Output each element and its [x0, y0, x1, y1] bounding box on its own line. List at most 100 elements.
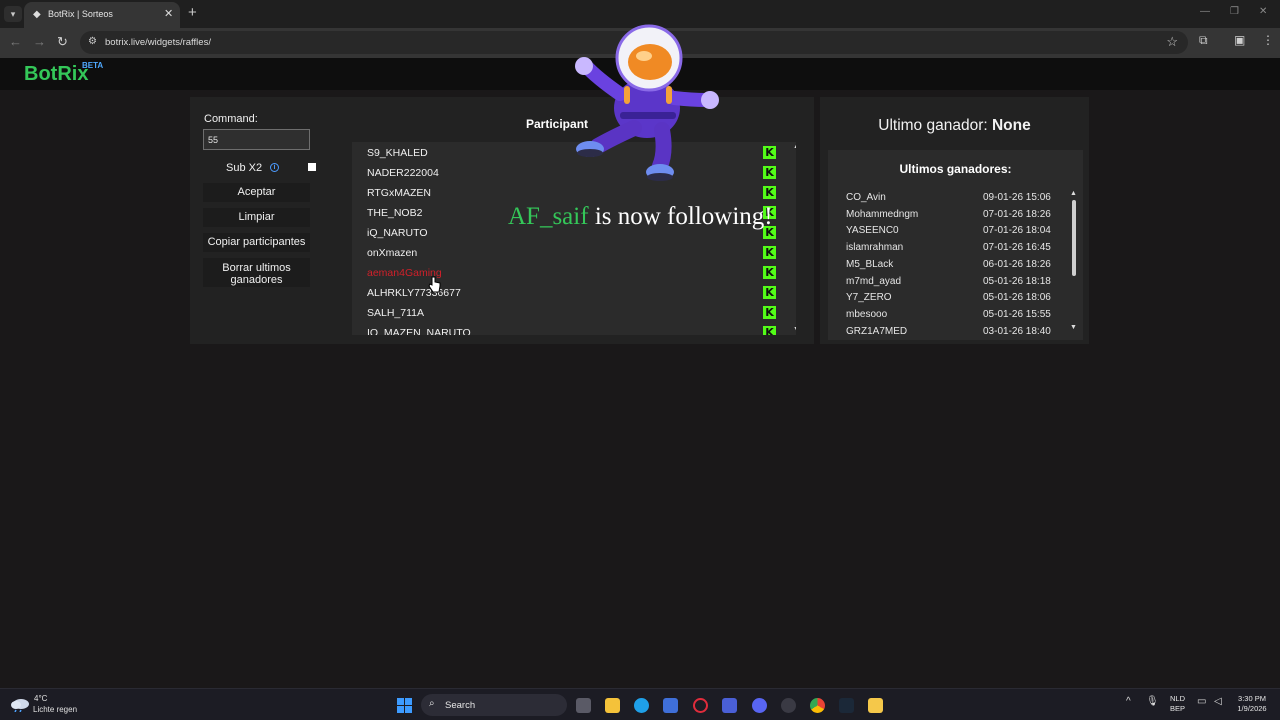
language-code: NLD — [1170, 694, 1186, 703]
winner-date: 09-01-26 15:06 — [983, 192, 1051, 203]
store-icon[interactable] — [663, 698, 678, 713]
sub-x2-checkbox[interactable] — [308, 163, 316, 171]
last-winner: Ultimo ganador: None — [820, 117, 1089, 135]
participant-name: NADER222004 — [367, 167, 439, 179]
microphone-icon[interactable]: 🎙 — [1146, 696, 1159, 707]
command-input[interactable] — [203, 129, 310, 150]
github-icon[interactable] — [781, 698, 796, 713]
beta-badge: BETA — [82, 61, 104, 70]
windows-taskbar: 4°C Lichte regen ⌕ Search ^ 🎙 NLD BEP ▭ … — [0, 688, 1280, 720]
recent-winners-title: Ultimos ganadores: — [899, 162, 1012, 176]
participant-name: iQ_NARUTO — [367, 227, 428, 239]
sub-x2-label: Sub X2 — [226, 162, 263, 174]
participant-name: ALHRKLY77336677 — [367, 287, 461, 299]
new-tab-icon[interactable]: + — [188, 4, 197, 21]
winner-name: GRZ1A7MED — [846, 325, 908, 337]
kick-icon: K — [763, 186, 776, 199]
winner-name: Y7_ZERO — [846, 292, 892, 304]
favicon-icon: ◆ — [33, 9, 41, 20]
winner-date: 05-01-26 15:55 — [983, 308, 1051, 320]
close-tab-icon[interactable]: ✕ — [164, 7, 173, 20]
info-icon[interactable]: i — [270, 163, 279, 172]
command-label: Command: — [204, 113, 258, 125]
astronaut-mascot-icon — [575, 24, 719, 181]
maximize-icon[interactable]: ❐ — [1230, 6, 1239, 17]
winners-scrollbar[interactable] — [1072, 200, 1076, 276]
kick-icon: K — [763, 286, 776, 299]
winner-name: M5_BLack — [846, 258, 894, 270]
discord-icon[interactable] — [752, 698, 767, 713]
participant-name: onXmazen — [367, 247, 418, 259]
edge-icon[interactable] — [634, 698, 649, 713]
chrome-icon[interactable] — [810, 698, 825, 713]
windows-start-icon[interactable] — [397, 698, 412, 713]
kick-icon: K — [763, 246, 776, 259]
participant-name: S9_KHALED — [367, 147, 428, 159]
botrix-logo[interactable]: BotRix — [24, 63, 88, 86]
participant-name: SALH_711A — [367, 307, 425, 319]
opera-gx-icon[interactable] — [693, 698, 708, 713]
tab-search-icon[interactable]: ▾ — [4, 6, 22, 22]
extensions-icon[interactable]: ⧉ — [1199, 33, 1208, 48]
close-window-icon[interactable]: ✕ — [1259, 6, 1267, 17]
follow-text: is now following! — [594, 203, 773, 230]
kick-icon: K — [763, 166, 776, 179]
forward-icon[interactable]: → — [33, 34, 46, 49]
participant-name: THE_NOB2 — [367, 207, 423, 219]
last-winner-label: Ultimo ganador: — [878, 117, 988, 134]
steam-icon[interactable] — [839, 698, 854, 713]
scroll-down-arrow-icon[interactable]: ▼ — [1070, 324, 1077, 331]
tab-title: BotRix | Sorteos — [48, 9, 113, 19]
winner-date: 07-01-26 18:26 — [983, 208, 1051, 220]
winner-date: 07-01-26 18:04 — [983, 225, 1051, 237]
network-icon[interactable]: ▭ — [1197, 696, 1206, 707]
taskbar-search[interactable]: ⌕ Search — [421, 694, 567, 716]
kick-icon: K — [763, 146, 776, 159]
notes-app-icon[interactable] — [868, 698, 883, 713]
tray-overflow-icon[interactable]: ^ — [1126, 696, 1131, 707]
keyboard-language[interactable]: NLD BEP — [1170, 694, 1185, 714]
kick-icon: K — [763, 326, 776, 335]
recent-winners-list[interactable]: Ultimos ganadores: ▲ ▼ CO_Avin 09-01-26 1… — [828, 150, 1083, 340]
weather-description: Lichte regen — [33, 705, 78, 714]
last-winner-value: None — [991, 117, 1031, 134]
minimize-icon[interactable]: — — [1200, 6, 1210, 17]
weather-cloud-icon[interactable] — [10, 696, 30, 712]
winner-date: 06-01-26 18:26 — [983, 258, 1051, 270]
browser-tab[interactable]: ◆ BotRix | Sorteos ✕ — [24, 2, 180, 28]
winner-name: islamrahman — [846, 242, 904, 254]
volume-icon[interactable]: ◁ — [1214, 696, 1222, 707]
menu-kebab-icon[interactable]: ⋮ — [1262, 33, 1274, 47]
winners-panel: Ultimo ganador: None Ultimos ganadores: … — [820, 97, 1089, 344]
profile-icon[interactable]: ▣ — [1234, 33, 1245, 47]
reload-icon[interactable]: ↻ — [57, 34, 68, 50]
bookmark-star-icon[interactable]: ☆ — [1166, 34, 1178, 50]
back-icon[interactable]: ← — [9, 34, 22, 49]
weather-temperature: 4°C — [34, 694, 48, 703]
task-view-icon[interactable] — [576, 698, 591, 713]
clock-date: 1/9/2026 — [1237, 704, 1267, 713]
winner-name: Mohammedngm — [846, 208, 919, 220]
kick-icon: K — [763, 266, 776, 279]
scroll-up-arrow-icon[interactable]: ▲ — [1070, 190, 1077, 197]
copy-participants-button[interactable]: Copiar participantes — [203, 233, 310, 252]
winner-date: 03-01-26 18:40 — [983, 325, 1051, 337]
clear-button[interactable]: Limpiar — [203, 208, 310, 227]
participant-name: IQ_MAZEN_NARUTO — [367, 327, 471, 335]
system-clock[interactable]: 3:30 PM 1/9/2026 — [1230, 694, 1274, 714]
scroll-up-arrow-icon[interactable]: ▲ — [793, 143, 796, 150]
follower-name: AF_saif — [508, 203, 589, 230]
site-info-icon[interactable]: ⚙ — [88, 36, 97, 47]
winner-name: CO_Avin — [846, 192, 886, 203]
accept-button[interactable]: Aceptar — [203, 183, 310, 202]
clear-winners-button[interactable]: Borrar ultimos ganadores — [203, 258, 310, 287]
clock-time: 3:30 PM — [1238, 694, 1266, 703]
file-explorer-icon[interactable] — [605, 698, 620, 713]
search-placeholder: Search — [445, 700, 476, 711]
scroll-down-arrow-icon[interactable]: ▼ — [793, 326, 796, 333]
search-icon: ⌕ — [429, 698, 435, 709]
url-text: botrix.live/widgets/raffles/ — [105, 37, 211, 48]
kick-icon: K — [763, 306, 776, 319]
media-player-icon[interactable] — [722, 698, 737, 713]
winner-name: mbesooo — [846, 308, 888, 320]
